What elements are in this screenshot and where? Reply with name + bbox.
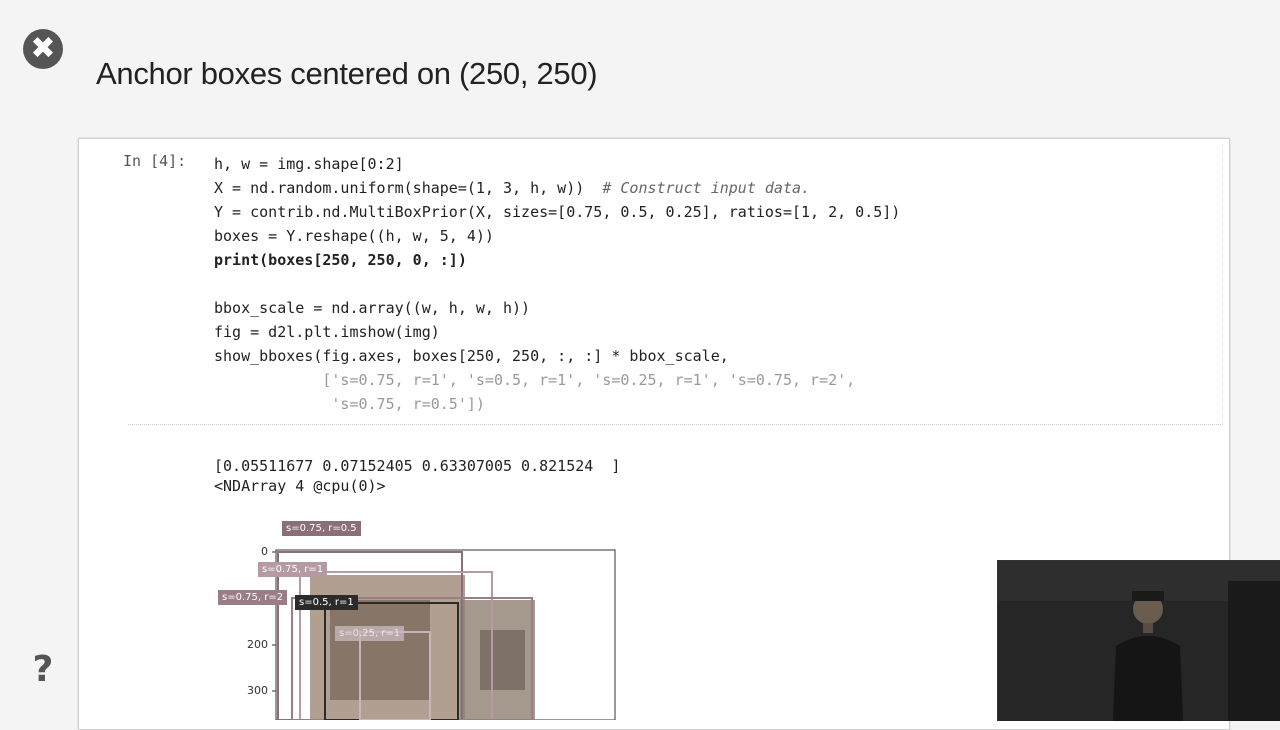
code-line-4: boxes = Y.reshape((h, w, 5, 4)) bbox=[214, 227, 494, 245]
code-line-2: X = nd.random.uniform(shape=(1, 3, h, w)… bbox=[214, 179, 811, 197]
code-comment: # Construct input data. bbox=[602, 179, 811, 197]
cell-prompt: In [4]: bbox=[123, 152, 187, 170]
presenter-figure bbox=[998, 561, 1280, 721]
code-line-9: show_bboxes(fig.axes, boxes[250, 250, :,… bbox=[214, 347, 729, 365]
code-line-8: fig = d2l.plt.imshow(img) bbox=[214, 323, 440, 341]
code-line-11: 's=0.75, r=0.5']) bbox=[214, 395, 485, 413]
output-line-2: <NDArray 4 @cpu(0)> bbox=[214, 477, 386, 495]
cell-output: [0.05511677 0.07152405 0.63307005 0.8215… bbox=[214, 456, 620, 496]
code-line-1: h, w = img.shape[0:2] bbox=[214, 155, 404, 173]
help-icon[interactable]: ? bbox=[28, 650, 58, 690]
code-line-10: ['s=0.75, r=1', 's=0.5, r=1', 's=0.25, r… bbox=[214, 371, 856, 389]
code-block[interactable]: h, w = img.shape[0:2] X = nd.random.unifo… bbox=[214, 152, 900, 416]
slide-title: Anchor boxes centered on (250, 250) bbox=[96, 56, 598, 91]
code-line-3: Y = contrib.nd.MultiBoxPrior(X, sizes=[0… bbox=[214, 203, 901, 221]
output-line-1: [0.05511677 0.07152405 0.63307005 0.8215… bbox=[214, 457, 621, 475]
code-line-7: bbox_scale = nd.array((w, h, w, h)) bbox=[214, 299, 531, 317]
code-line-5: print(boxes[250, 250, 0, :]) bbox=[214, 251, 467, 269]
code-line-6: ​ bbox=[214, 272, 900, 296]
close-icon[interactable]: ✖ bbox=[23, 29, 63, 69]
presenter-webcam bbox=[997, 560, 1280, 721]
